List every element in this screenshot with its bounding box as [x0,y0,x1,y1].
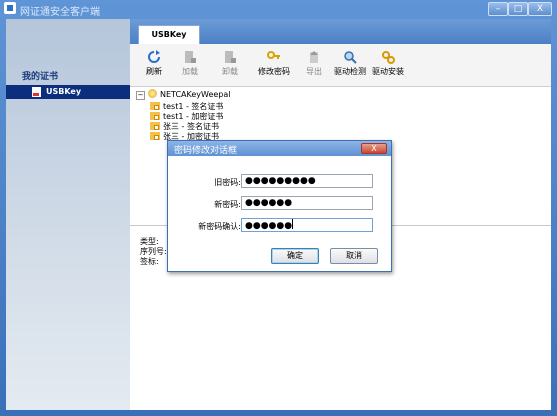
refresh-label: 刷新 [146,67,162,76]
refresh-icon [147,50,161,64]
new-password-label: 新密码: [214,200,241,209]
title-bar: 网证通安全客户端 – □ X [0,0,557,18]
export-button[interactable]: 导出 [302,50,326,77]
app-icon [4,2,16,14]
export-icon [307,50,321,64]
load-icon [183,50,197,64]
tree-root-label: NETCAKeyWeepal [160,90,231,99]
issuer-label: 签标: [140,257,159,266]
key-icon [267,50,281,64]
tree-item-label: test1 - 加密证书 [163,112,224,121]
driver-install-button[interactable]: 驱动安装 [370,50,406,77]
export-label: 导出 [306,67,322,76]
confirm-password-value: ●●●●●● [245,221,293,231]
document-icon [32,87,41,97]
old-password-field[interactable]: ●●●●●●●●● [241,174,373,188]
dialog-title: 密码修改对话框 [174,146,238,156]
toolbar: 刷新 加载 卸载 修改密码 导出 驱动检测 驱动安装 [130,44,551,87]
driver-check-label: 驱动检测 [334,67,366,76]
dialog-title-bar: 密码修改对话框 X [168,141,391,156]
dialog-close-button[interactable]: X [361,143,387,154]
sidebar-item-usbkey[interactable]: USBKey [6,85,130,99]
ok-button[interactable]: 确定 [271,248,319,264]
load-label: 加载 [182,67,198,76]
sidebar: 我的证书 USBKey [6,19,130,410]
driver-install-label: 驱动安装 [372,67,404,76]
password-dialog: 密码修改对话框 X 旧密码: ●●●●●●●●● 新密码: ●●●●●● 新密码… [167,140,392,272]
change-password-label: 修改密码 [258,67,290,76]
unload-icon [223,50,237,64]
magnifier-icon [343,50,357,64]
certificate-icon [150,122,160,130]
tree-item-label: test1 - 签名证书 [163,102,224,111]
unload-button[interactable]: 卸载 [218,50,242,77]
driver-check-button[interactable]: 驱动检测 [332,50,368,77]
tab-usbkey[interactable]: USBKey [138,25,200,45]
close-button[interactable]: X [528,2,552,16]
certificate-icon [150,112,160,120]
tab-strip: USBKey [130,19,551,45]
sidebar-title: 我的证书 [22,72,59,82]
window-title: 网证通安全客户端 [20,7,100,18]
window-bottom-border [0,410,557,416]
certificate-icon [150,132,160,140]
certificate-icon [150,102,160,110]
confirm-password-field[interactable]: ●●●●●● [241,218,373,232]
globe-icon [148,89,157,98]
old-password-label: 旧密码: [214,178,241,187]
app-window: 网证通安全客户端 – □ X 我的证书 USBKey USBKey 刷新 加载 … [0,0,557,416]
gears-icon [381,50,395,64]
collapse-icon[interactable]: − [136,91,145,100]
tree-root[interactable]: − NETCAKeyWeepal [136,89,231,100]
minimize-button[interactable]: – [488,2,508,16]
new-password-field[interactable]: ●●●●●● [241,196,373,210]
confirm-password-label: 新密码确认: [198,222,241,231]
cancel-button[interactable]: 取消 [330,248,378,264]
maximize-button[interactable]: □ [508,2,528,16]
load-button[interactable]: 加载 [178,50,202,77]
sidebar-item-label: USBKey [46,87,82,96]
tree-item-label: 张三 - 签名证书 [163,122,219,131]
refresh-button[interactable]: 刷新 [142,50,166,77]
unload-label: 卸载 [222,67,238,76]
change-password-button[interactable]: 修改密码 [254,50,294,77]
text-caret [292,219,294,229]
